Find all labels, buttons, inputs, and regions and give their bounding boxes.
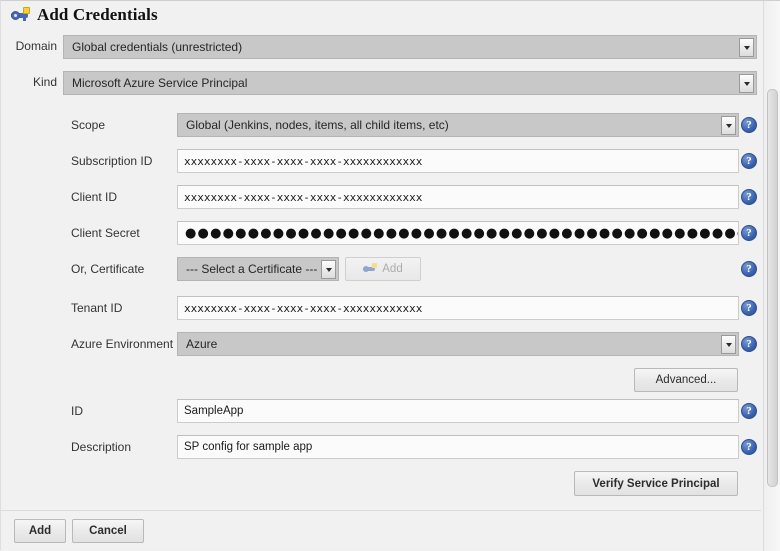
help-icon-scope[interactable]: ? bbox=[741, 117, 757, 133]
client-id-value: xxxxxxxx-xxxx-xxxx-xxxx-xxxxxxxxxxxx bbox=[184, 190, 423, 204]
description-value: SP config for sample app bbox=[184, 441, 313, 453]
credentials-key-icon bbox=[11, 7, 31, 23]
help-icon-client-secret[interactable]: ? bbox=[741, 225, 757, 241]
kind-row: Kind Microsoft Azure Service Principal bbox=[1, 71, 761, 97]
kind-select[interactable]: Microsoft Azure Service Principal bbox=[63, 71, 757, 95]
tenant-id-label: Tenant ID bbox=[71, 301, 123, 315]
page-header: Add Credentials bbox=[1, 1, 761, 29]
scope-select[interactable]: Global (Jenkins, nodes, items, all child… bbox=[177, 113, 739, 137]
add-credentials-page: Add Credentials Domain Global credential… bbox=[0, 0, 780, 551]
help-icon-client-id[interactable]: ? bbox=[741, 189, 757, 205]
azure-environment-value: Azure bbox=[186, 337, 218, 351]
advanced-button-label: Advanced... bbox=[655, 374, 717, 386]
client-secret-label: Client Secret bbox=[71, 226, 140, 240]
certificate-select[interactable]: --- Select a Certificate --- bbox=[177, 257, 339, 281]
advanced-button[interactable]: Advanced... bbox=[634, 368, 738, 392]
id-value: SampleApp bbox=[184, 405, 244, 417]
help-icon-description[interactable]: ? bbox=[741, 439, 757, 455]
id-label: ID bbox=[71, 404, 83, 418]
scope-label: Scope bbox=[71, 118, 106, 132]
chevron-down-icon[interactable] bbox=[321, 260, 336, 279]
cancel-button[interactable]: Cancel bbox=[72, 519, 144, 543]
page-title: Add Credentials bbox=[37, 5, 158, 24]
client-id-label: Client ID bbox=[71, 190, 118, 204]
scope-select-value: Global (Jenkins, nodes, items, all child… bbox=[186, 118, 449, 132]
certificate-select-value: --- Select a Certificate --- bbox=[186, 262, 318, 276]
submit-add-button[interactable]: Add bbox=[14, 519, 66, 543]
client-secret-input[interactable]: ●●●●●●●●●●●●●●●●●●●●●●●●●●●●●●●●●●●●●●●●… bbox=[177, 221, 739, 245]
subscription-id-label: Subscription ID bbox=[71, 154, 153, 168]
id-input[interactable]: SampleApp bbox=[177, 399, 739, 423]
submit-add-button-label: Add bbox=[28, 525, 52, 537]
certificate-label: Or, Certificate bbox=[71, 262, 145, 276]
description-label: Description bbox=[71, 440, 132, 454]
azure-environment-label: Azure Environment bbox=[71, 337, 174, 351]
verify-service-principal-button[interactable]: Verify Service Principal bbox=[574, 471, 738, 496]
vertical-scrollbar[interactable] bbox=[763, 1, 780, 551]
chevron-down-icon[interactable] bbox=[721, 335, 736, 354]
client-id-input[interactable]: xxxxxxxx-xxxx-xxxx-xxxx-xxxxxxxxxxxx bbox=[177, 185, 739, 209]
chevron-down-icon[interactable] bbox=[721, 116, 736, 135]
domain-label: Domain bbox=[15, 39, 57, 53]
domain-select-value: Global credentials (unrestricted) bbox=[72, 40, 243, 54]
subscription-id-input[interactable]: xxxxxxxx-xxxx-xxxx-xxxx-xxxxxxxxxxxx bbox=[177, 149, 739, 173]
help-icon-id[interactable]: ? bbox=[741, 403, 757, 419]
chevron-down-icon[interactable] bbox=[739, 74, 754, 93]
chevron-down-icon[interactable] bbox=[739, 38, 754, 57]
subscription-id-value: xxxxxxxx-xxxx-xxxx-xxxx-xxxxxxxxxxxx bbox=[184, 154, 423, 168]
key-icon bbox=[363, 263, 378, 275]
kind-select-value: Microsoft Azure Service Principal bbox=[72, 76, 248, 90]
domain-select[interactable]: Global credentials (unrestricted) bbox=[63, 35, 757, 59]
add-certificate-button-label: Add bbox=[382, 263, 403, 275]
help-icon-subscription-id[interactable]: ? bbox=[741, 153, 757, 169]
kind-label: Kind bbox=[32, 75, 57, 89]
tenant-id-value: xxxxxxxx-xxxx-xxxx-xxxx-xxxxxxxxxxxx bbox=[184, 301, 423, 315]
add-certificate-button: Add bbox=[345, 257, 421, 281]
help-icon-azure-environment[interactable]: ? bbox=[741, 336, 757, 352]
verify-service-principal-label: Verify Service Principal bbox=[592, 477, 720, 490]
domain-row: Domain Global credentials (unrestricted) bbox=[1, 35, 761, 61]
help-icon-tenant-id[interactable]: ? bbox=[741, 300, 757, 316]
tenant-id-input[interactable]: xxxxxxxx-xxxx-xxxx-xxxx-xxxxxxxxxxxx bbox=[177, 296, 739, 320]
scrollbar-thumb[interactable] bbox=[767, 89, 778, 487]
client-secret-value: ●●●●●●●●●●●●●●●●●●●●●●●●●●●●●●●●●●●●●●●●… bbox=[185, 225, 739, 241]
help-icon-certificate[interactable]: ? bbox=[741, 261, 757, 277]
description-input[interactable]: SP config for sample app bbox=[177, 435, 739, 459]
cancel-button-label: Cancel bbox=[89, 525, 127, 537]
form-footer: Add Cancel bbox=[1, 510, 761, 550]
azure-environment-select[interactable]: Azure bbox=[177, 332, 739, 356]
